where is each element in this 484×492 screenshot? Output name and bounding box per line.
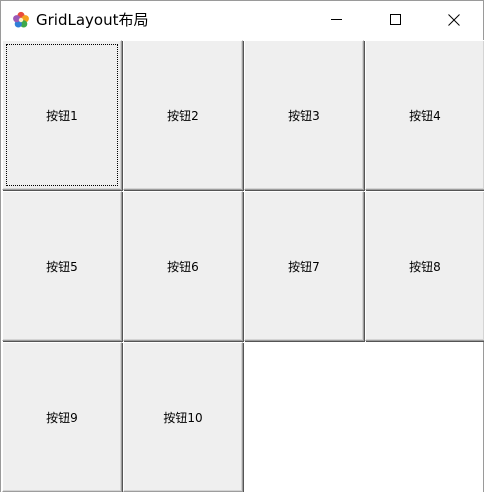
- window-title: GridLayout布局: [36, 11, 149, 29]
- grid-layout-panel: 按钮1 按钮2 按钮3 按钮4 按钮5 按钮6 按钮7 按钮8 按钮9 按钮10: [1, 38, 484, 492]
- button-7[interactable]: 按钮7: [244, 191, 364, 341]
- button-4[interactable]: 按钮4: [365, 40, 484, 190]
- button-5[interactable]: 按钮5: [2, 191, 122, 341]
- minimize-button[interactable]: [307, 1, 365, 38]
- button-4-label: 按钮4: [409, 108, 441, 123]
- button-9-label: 按钮9: [46, 410, 78, 425]
- button-2-label: 按钮2: [167, 108, 199, 123]
- button-10-label: 按钮10: [163, 410, 203, 425]
- minimize-icon: [330, 19, 342, 20]
- title-bar[interactable]: GridLayout布局: [1, 1, 483, 38]
- button-1[interactable]: 按钮1: [2, 40, 122, 190]
- maximize-button[interactable]: [366, 1, 424, 38]
- button-8[interactable]: 按钮8: [365, 191, 484, 341]
- app-window: GridLayout布局 按钮1 按钮2 按钮3 按钮4 按钮5 按钮6 按钮7…: [0, 0, 484, 492]
- button-6[interactable]: 按钮6: [123, 191, 243, 341]
- button-7-label: 按钮7: [288, 259, 320, 274]
- button-5-label: 按钮5: [46, 259, 78, 274]
- button-3[interactable]: 按钮3: [244, 40, 364, 190]
- close-icon: [448, 13, 460, 26]
- button-6-label: 按钮6: [167, 259, 199, 274]
- button-3-label: 按钮3: [288, 108, 320, 123]
- close-button[interactable]: [425, 1, 483, 38]
- maximize-icon: [389, 14, 401, 25]
- button-10[interactable]: 按钮10: [123, 342, 243, 492]
- button-2[interactable]: 按钮2: [123, 40, 243, 190]
- button-1-label: 按钮1: [46, 108, 78, 123]
- button-9[interactable]: 按钮9: [2, 342, 122, 492]
- flower-app-icon: [13, 11, 29, 28]
- button-8-label: 按钮8: [409, 259, 441, 274]
